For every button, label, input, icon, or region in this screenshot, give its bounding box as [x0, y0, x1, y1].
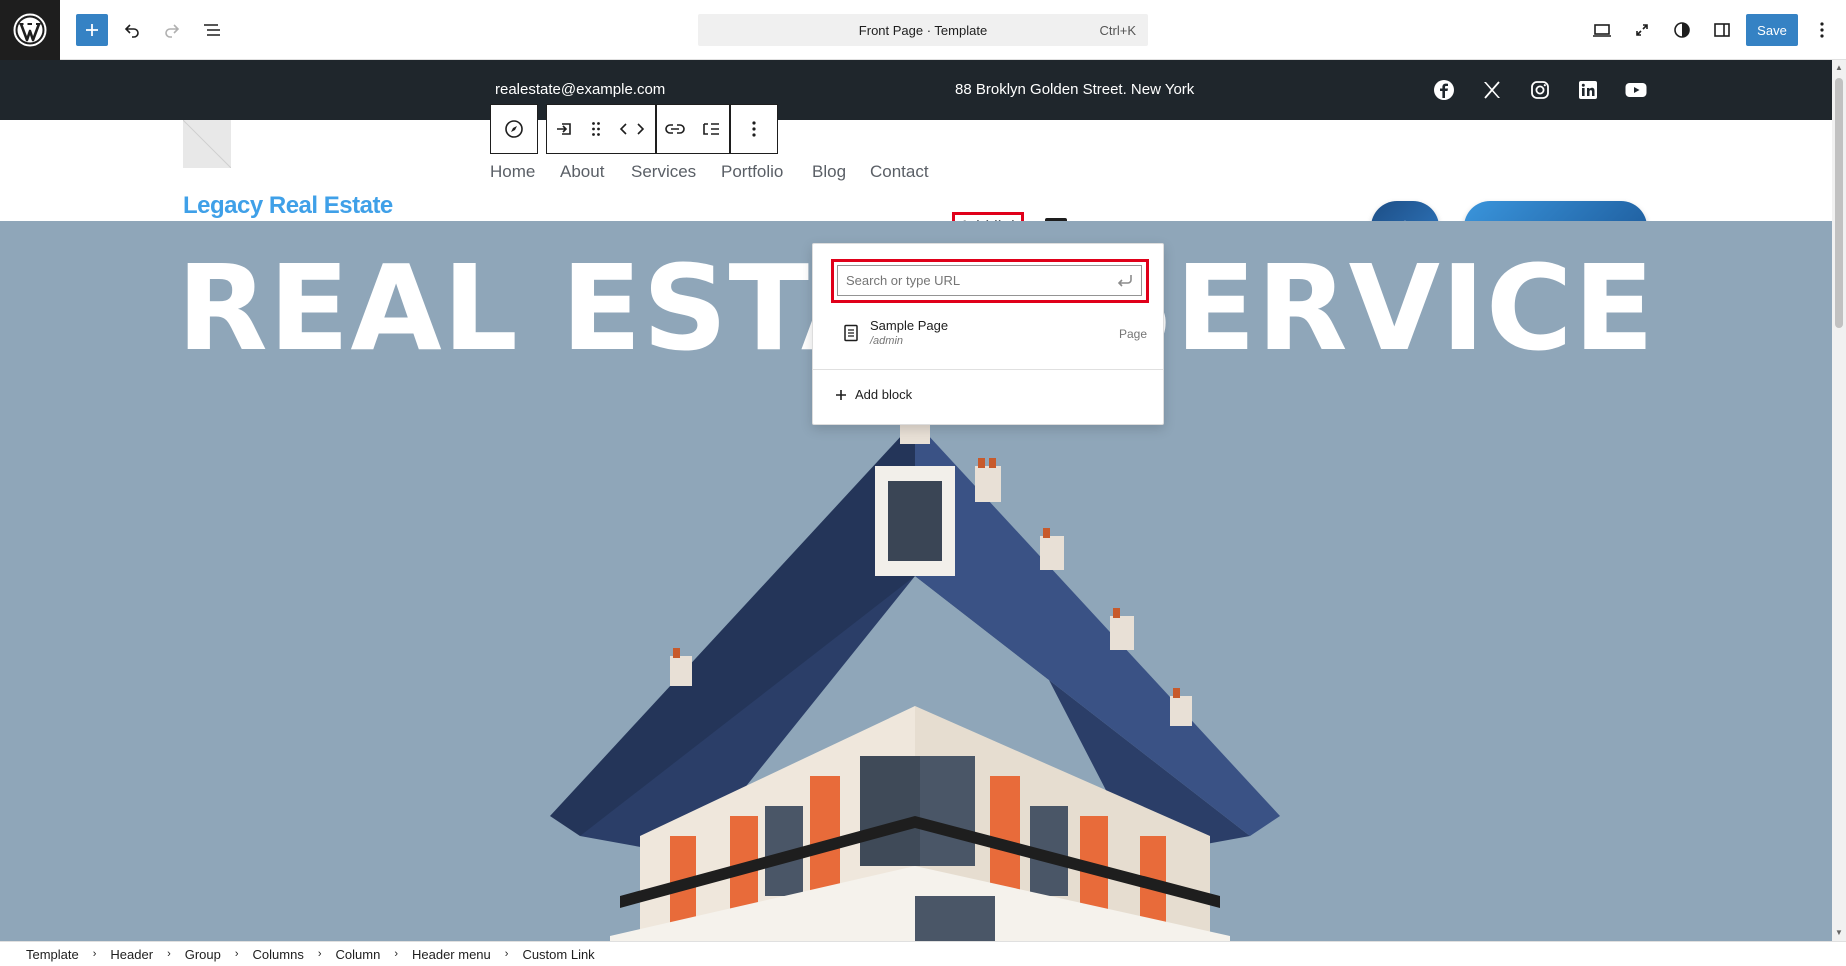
x-icon[interactable] [1480, 78, 1504, 102]
navigation-compass-icon[interactable] [491, 105, 537, 153]
breadcrumb-header-menu[interactable]: Header menu [412, 947, 491, 962]
chevron-right-icon: › [167, 948, 171, 960]
chevron-right-icon: › [234, 948, 239, 960]
site-title[interactable]: Legacy Real Estate [183, 192, 393, 220]
fullscreen-icon[interactable] [1626, 14, 1658, 46]
block-toolbar-parent-group [490, 104, 538, 154]
breadcrumb-header[interactable]: Header [110, 947, 153, 962]
link-control-popover: Sample Page /admin Page Add block [812, 243, 1164, 425]
undo-icon[interactable] [116, 14, 148, 46]
chevron-right-icon: › [317, 948, 322, 960]
document-overview-icon[interactable] [196, 14, 228, 46]
block-toolbar-link-group [656, 104, 730, 154]
editor-canvas: realestate@example.com 88 Broklyn Golden… [0, 60, 1832, 941]
scroll-thumb[interactable] [1835, 78, 1843, 328]
nav-item-services[interactable]: Services [631, 162, 696, 182]
chevron-right-icon: › [394, 948, 398, 960]
nav-item-portfolio[interactable]: Portfolio [721, 162, 783, 182]
instagram-icon[interactable] [1528, 78, 1552, 102]
options-menu-icon[interactable] [1808, 14, 1836, 46]
nav-item-blog[interactable]: Blog [812, 162, 846, 182]
link-suggestion-item[interactable]: Sample Page /admin Page [825, 310, 1155, 356]
command-palette-button[interactable]: Front Page · Template Ctrl+K [698, 14, 1148, 46]
block-toolbar [490, 104, 778, 154]
add-submenu-icon[interactable] [693, 105, 729, 153]
suggestion-url: /admin [870, 335, 904, 347]
chevron-right-icon: › [92, 948, 97, 960]
breadcrumb-columns[interactable]: Columns [253, 947, 304, 962]
contact-address[interactable]: 88 Broklyn Golden Street. New York [955, 81, 1194, 98]
link-icon[interactable] [657, 105, 693, 153]
breadcrumb-group[interactable]: Group [185, 947, 221, 962]
linkedin-icon[interactable] [1576, 78, 1600, 102]
breadcrumb-template[interactable]: Template [26, 947, 79, 962]
suggestion-type: Page [1118, 327, 1147, 341]
block-toolbar-move-group [546, 104, 656, 154]
block-type-link-icon[interactable] [547, 105, 583, 153]
facebook-icon[interactable] [1432, 78, 1456, 102]
shortcut-hint: Ctrl+K [1099, 22, 1136, 38]
drag-handle-icon[interactable] [583, 105, 609, 153]
settings-sidebar-icon[interactable] [1706, 14, 1738, 46]
editor-toolbar: Front Page · Template Ctrl+K Save [0, 0, 1846, 60]
site-header: Legacy Real Estate Home About Services P… [0, 120, 1832, 253]
building-image [550, 396, 1280, 941]
move-left-right-icon[interactable] [609, 105, 655, 153]
contact-strip: realestate@example.com 88 Broklyn Golden… [0, 60, 1832, 120]
add-block-toggle-button[interactable] [76, 14, 108, 46]
add-block-button[interactable]: Add block [835, 387, 912, 402]
scroll-up-icon[interactable]: ▲ [1835, 64, 1843, 72]
scroll-down-icon[interactable]: ▼ [1835, 929, 1843, 937]
nav-item-about[interactable]: About [560, 162, 604, 182]
desktop-view-icon[interactable] [1586, 14, 1618, 46]
breadcrumb-column[interactable]: Column [336, 947, 381, 962]
site-logo-placeholder[interactable] [183, 120, 231, 168]
suggestion-title: Sample Page [870, 318, 949, 333]
save-button[interactable]: Save [1746, 14, 1798, 46]
add-block-label: Add block [855, 387, 913, 402]
block-options-icon[interactable] [731, 105, 777, 153]
page-document-icon [843, 324, 859, 347]
submit-enter-icon[interactable] [1116, 273, 1134, 294]
url-input-highlight [831, 259, 1149, 303]
canvas-scrollbar[interactable]: ▲ ▼ [1832, 60, 1846, 941]
block-toolbar-options-group [730, 104, 778, 154]
styles-icon[interactable] [1666, 14, 1698, 46]
redo-icon[interactable] [156, 14, 188, 46]
nav-item-home[interactable]: Home [490, 162, 535, 182]
popover-divider [813, 369, 1163, 370]
youtube-icon[interactable] [1624, 78, 1648, 102]
url-search-input[interactable] [837, 265, 1142, 296]
chevron-right-icon: › [504, 948, 509, 960]
document-title: Front Page · Template [858, 22, 988, 38]
breadcrumb-custom-link: Custom Link [522, 946, 595, 962]
plus-icon [836, 389, 846, 400]
nav-item-contact[interactable]: Contact [870, 162, 929, 182]
contact-email[interactable]: realestate@example.com [495, 81, 665, 98]
wordpress-logo-icon[interactable] [0, 0, 60, 60]
block-breadcrumb: Template › Header › Group › Columns › Co… [0, 941, 1846, 966]
